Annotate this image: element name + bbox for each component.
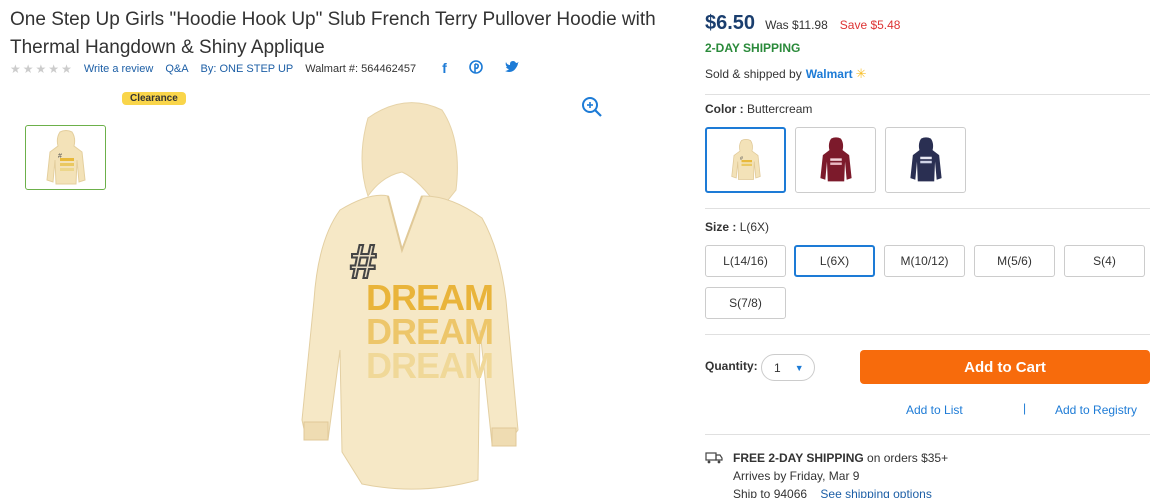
clearance-badge: Clearance <box>122 92 186 105</box>
truck-icon <box>705 451 723 469</box>
zoom-in-icon[interactable] <box>581 96 603 118</box>
size-option[interactable]: L(6X) <box>794 245 875 277</box>
size-selected-value: L(6X) <box>739 220 770 234</box>
color-option-navy[interactable] <box>885 127 966 193</box>
was-price: Was $11.98 <box>765 18 828 32</box>
ship-to-line: Ship to 94066 See shipping options <box>733 485 948 498</box>
color-option-burgundy[interactable] <box>795 127 876 193</box>
two-day-shipping-label: 2-DAY SHIPPING <box>705 41 801 55</box>
price-row: $6.50 Was $11.98 Save $5.48 <box>705 12 900 35</box>
see-shipping-options-link[interactable]: See shipping options <box>820 487 931 498</box>
color-option-buttercream[interactable]: # <box>705 127 786 193</box>
twitter-icon[interactable] <box>504 60 520 77</box>
size-option[interactable]: L(14/16) <box>705 245 786 277</box>
divider <box>705 334 1150 335</box>
quantity-value: 1 <box>774 360 781 375</box>
free-shipping-line: FREE 2-DAY SHIPPING on orders $35+ <box>733 449 948 467</box>
sold-by: Sold & shipped by Walmart ✳ <box>705 66 867 82</box>
star-icon: ★ <box>10 61 21 76</box>
star-icon: ★ <box>48 61 60 76</box>
ship-to-zip: Ship to 94066 <box>733 487 808 498</box>
walmart-number: Walmart #: 564462457 <box>305 62 417 75</box>
quantity-select[interactable]: 1 ▼ <box>761 354 815 381</box>
size-option[interactable]: M(10/12) <box>884 245 965 277</box>
link-separator: | <box>1023 401 1027 415</box>
svg-text:DREAM: DREAM <box>366 345 493 386</box>
hoodie-thumbnail-image: # <box>45 129 86 184</box>
color-selected-value: Buttercream <box>747 102 813 116</box>
product-meta-row: ★ ★ ★ ★ ★ Write a review Q&A By: ONE STE… <box>10 60 520 77</box>
sold-by-label: Sold & shipped by <box>705 67 802 81</box>
write-review-link[interactable]: Write a review <box>84 63 153 75</box>
size-option[interactable]: M(5/6) <box>974 245 1055 277</box>
facebook-icon[interactable]: f <box>442 60 447 77</box>
divider <box>705 208 1150 209</box>
add-to-registry-link[interactable]: Add to Registry <box>1055 403 1137 417</box>
product-main-image[interactable]: # DREAM DREAM DREAM <box>270 100 540 498</box>
color-label: Color : Buttercream <box>705 102 812 116</box>
rating-stars: ★ ★ ★ ★ ★ <box>10 63 72 75</box>
delivery-info: FREE 2-DAY SHIPPING on orders $35+ Arriv… <box>705 449 948 498</box>
hoodie-swatch-image <box>819 137 852 182</box>
size-label: Size : L(6X) <box>705 220 769 234</box>
spark-icon: ✳ <box>855 66 867 81</box>
free-shipping-label: FREE 2-DAY SHIPPING <box>733 451 864 465</box>
arrival-date: Arrives by Friday, Mar 9 <box>733 469 860 483</box>
size-option[interactable]: S(7/8) <box>705 287 786 319</box>
hoodie-image: # DREAM DREAM DREAM <box>301 102 519 490</box>
current-price: $6.50 <box>705 12 756 34</box>
quantity-label: Quantity: <box>705 359 758 373</box>
star-icon: ★ <box>35 61 47 76</box>
hoodie-swatch-image: # <box>730 139 761 180</box>
brand-link[interactable]: By: ONE STEP UP <box>201 63 294 75</box>
seller-link[interactable]: Walmart <box>806 67 853 81</box>
pinterest-icon[interactable] <box>469 60 483 77</box>
size-option[interactable]: S(4) <box>1064 245 1145 277</box>
chevron-down-icon: ▼ <box>794 362 804 373</box>
social-share: f <box>442 60 520 77</box>
divider <box>705 434 1150 435</box>
product-title: One Step Up Girls "Hoodie Hook Up" Slub … <box>10 9 656 58</box>
free-shipping-suffix: on orders $35+ <box>863 451 949 465</box>
star-icon: ★ <box>22 61 34 76</box>
size-label-title: Size : <box>705 220 737 234</box>
brand-label: By: ONE STEP UP <box>201 63 294 75</box>
savings-amount: Save $5.48 <box>839 18 901 32</box>
add-to-cart-button[interactable]: Add to Cart <box>860 350 1150 384</box>
image-thumbnail[interactable]: # <box>25 125 106 190</box>
qa-link[interactable]: Q&A <box>165 63 188 75</box>
hoodie-swatch-image <box>909 137 942 182</box>
color-label-title: Color : <box>705 102 744 116</box>
star-icon: ★ <box>61 61 72 76</box>
add-to-list-link[interactable]: Add to List <box>906 403 963 417</box>
divider <box>705 94 1150 95</box>
